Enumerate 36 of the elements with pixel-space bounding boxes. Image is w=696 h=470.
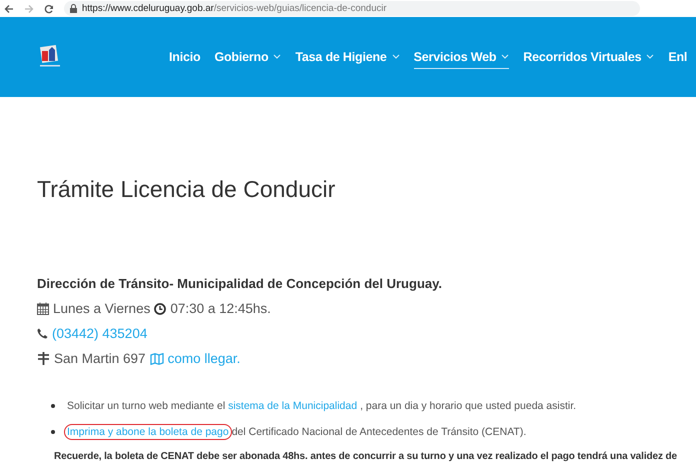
office-days: Lunes a Viernes <box>53 301 150 316</box>
instruction-text: Solicitar un turno web mediante el sistema de la Municipalidad , para un dia y horario que usted pueda asistir. <box>67 400 576 412</box>
clock-icon <box>154 302 166 314</box>
back-icon[interactable] <box>4 4 14 14</box>
cenat-payment-note: Recuerde, la boleta de CENAT debe ser abonada 48hs. antes de concurrir a su turno y una vez realizado el pago tendrá una validez de <box>54 451 678 462</box>
lock-icon <box>70 4 77 13</box>
nav-link[interactable]: Tasa de Higiene <box>295 46 400 68</box>
chevron-down-icon <box>273 54 282 59</box>
calendar-icon <box>37 302 49 315</box>
office-hours: 07:30 a 12:45hs. <box>170 301 271 316</box>
reload-icon[interactable] <box>44 4 54 14</box>
page-title: Trámite Licencia de Conducir <box>37 175 336 203</box>
map-icon <box>150 352 164 364</box>
url-path: /servicios-web/guias/licencia-de-conducir <box>214 3 386 14</box>
address-bar[interactable]: https://www.cdeluruguay.gob.ar/servicios-web/guias/licencia-de-conducir <box>64 1 640 16</box>
signpost-icon <box>37 352 50 365</box>
phone-link[interactable]: (03442) 435204 <box>52 326 148 341</box>
street-address: San Martin 697 <box>54 351 146 366</box>
instruction-text: Imprima y abone la boleta de pago del Certificado Nacional de Antecedentes de Tránsito (CENAT). <box>67 426 526 438</box>
nav-link[interactable]: Recorridos Virtuales <box>523 46 654 68</box>
chevron-down-icon <box>392 54 400 59</box>
chevron-down-icon <box>501 54 510 59</box>
instruction-link[interactable]: sistema de la Municipalidad <box>225 398 360 414</box>
bullet-dot <box>51 404 55 408</box>
directions-link[interactable]: como llegar. <box>168 351 240 366</box>
office-name: Dirección de Tránsito- Municipalidad de Concepción del Uruguay. <box>37 276 443 292</box>
instruction-link[interactable]: Imprima y abone la boleta de pago <box>64 424 232 440</box>
phone-icon <box>37 328 48 339</box>
nav-link[interactable]: Inicio <box>169 46 200 68</box>
nav-link[interactable]: Enl <box>668 46 688 68</box>
bullet-dot <box>51 430 55 434</box>
nav-link[interactable]: Servicios Web <box>414 46 510 68</box>
municipal-logo[interactable] <box>38 45 62 69</box>
url-host: https://www.cdeluruguay.gob.ar <box>82 3 214 14</box>
nav-link[interactable]: Gobierno <box>214 46 282 68</box>
chevron-down-icon <box>646 54 654 59</box>
